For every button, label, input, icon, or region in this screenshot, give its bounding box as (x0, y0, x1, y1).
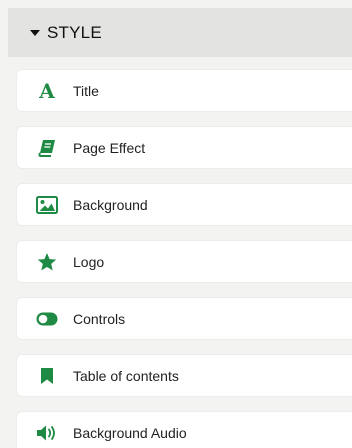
style-item-title[interactable]: A Title (16, 69, 352, 112)
text-a-icon: A (39, 78, 55, 103)
style-item-label: Table of contents (73, 367, 179, 384)
style-item-background-audio[interactable]: Background Audio (16, 411, 352, 448)
style-item-logo[interactable]: Logo (16, 240, 352, 283)
style-item-background[interactable]: Background (16, 183, 352, 226)
caret-down-icon (30, 29, 40, 36)
style-item-controls[interactable]: Controls (16, 297, 352, 340)
section-title: STYLE (47, 22, 102, 42)
style-item-page-effect[interactable]: Page Effect (16, 126, 352, 169)
style-item-table-of-contents[interactable]: Table of contents (16, 354, 352, 397)
style-item-label: Background Audio (73, 424, 187, 441)
style-options-list: A Title Page Effect Background Logo Cont… (16, 69, 352, 448)
bookmark-icon (35, 366, 59, 386)
style-section-header[interactable]: STYLE (8, 8, 352, 57)
style-item-label: Controls (73, 310, 126, 327)
image-icon (35, 195, 59, 215)
volume-icon (35, 423, 59, 443)
style-item-label: Title (73, 82, 99, 99)
star-icon (35, 252, 59, 272)
style-item-label: Background (73, 196, 148, 213)
style-item-label: Page Effect (73, 139, 146, 156)
toggle-icon (35, 309, 59, 329)
style-panel: STYLE A Title Page Effect Background Log… (0, 0, 352, 448)
book-icon (35, 138, 59, 158)
style-item-label: Logo (73, 253, 105, 270)
